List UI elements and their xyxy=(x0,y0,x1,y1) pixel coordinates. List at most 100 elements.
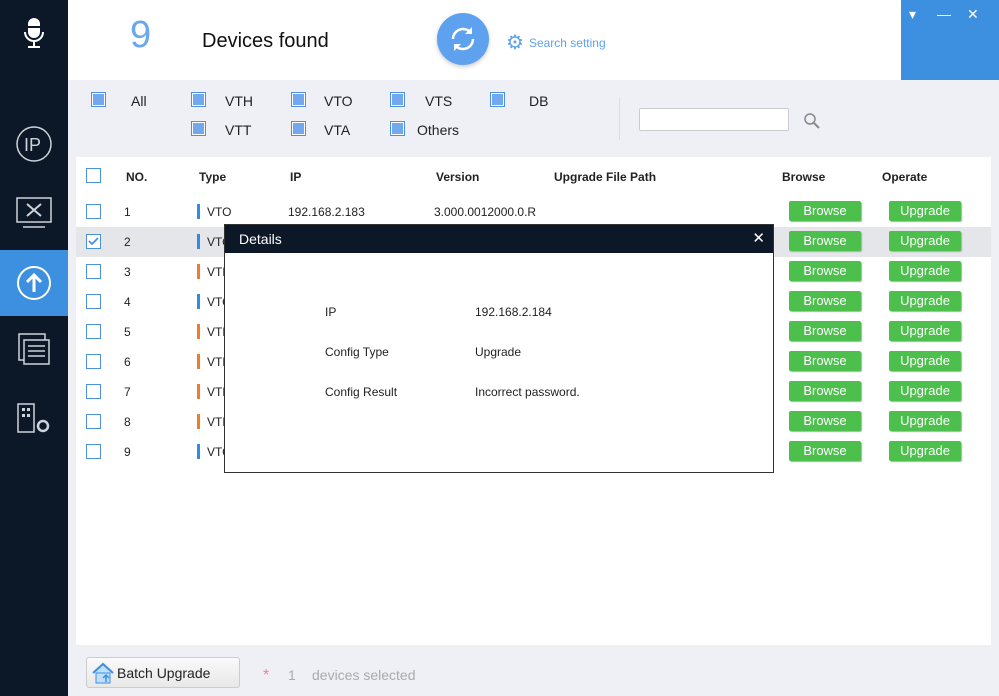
row-no: 6 xyxy=(124,355,131,369)
dialog-close-button[interactable]: ✕ xyxy=(752,229,765,247)
filter-others-checkbox[interactable] xyxy=(390,121,405,136)
upgrade-button[interactable]: Upgrade xyxy=(889,261,961,281)
row-checkbox[interactable] xyxy=(86,414,101,429)
microphone-icon xyxy=(24,18,44,48)
gear-icon: ⚙ xyxy=(506,32,524,54)
browse-button[interactable]: Browse xyxy=(789,411,861,431)
search-setting-label: Search setting xyxy=(528,35,606,50)
search-setting-link[interactable]: ⚙ Search setting xyxy=(506,30,606,55)
row-version: 3.000.0012000.0.R xyxy=(434,205,537,219)
selected-count: 1 xyxy=(288,667,296,683)
filter-others-label: Others xyxy=(417,122,460,138)
table-row[interactable]: 1 VTO 192.168.2.183 3.000.0012000.0.R Br… xyxy=(76,197,991,227)
sidebar-item-device-config[interactable] xyxy=(0,386,68,452)
type-color-bar xyxy=(197,234,200,249)
filter-vts-label: VTS xyxy=(425,93,453,109)
filter-vth-label: VTH xyxy=(225,93,253,109)
column-header-ip: IP xyxy=(290,170,302,184)
upgrade-button[interactable]: Upgrade xyxy=(889,321,961,341)
close-button[interactable]: ✕ xyxy=(967,6,979,23)
row-no: 8 xyxy=(124,415,131,429)
row-no: 5 xyxy=(124,325,131,339)
row-checkbox[interactable] xyxy=(86,264,101,279)
search-icon[interactable] xyxy=(803,112,821,130)
filter-db-label: DB xyxy=(529,93,549,109)
sidebar-item-upgrade[interactable] xyxy=(0,250,68,316)
type-color-bar xyxy=(197,444,200,459)
column-header-type: Type xyxy=(199,170,227,184)
filter-vts-checkbox[interactable] xyxy=(390,92,405,107)
browse-button[interactable]: Browse xyxy=(789,441,861,461)
row-checkbox[interactable] xyxy=(86,354,101,369)
column-header-no: NO. xyxy=(126,170,148,184)
browse-button[interactable]: Browse xyxy=(789,381,861,401)
menu-dropdown-button[interactable]: ▾ xyxy=(909,6,916,23)
config-type-label: Config Type xyxy=(325,345,389,359)
filter-vta-label: VTA xyxy=(324,122,351,138)
upgrade-button[interactable]: Upgrade xyxy=(889,411,961,431)
browse-button[interactable]: Browse xyxy=(789,351,861,371)
row-checkbox[interactable] xyxy=(86,234,101,249)
row-no: 1 xyxy=(124,205,131,219)
upgrade-button[interactable]: Upgrade xyxy=(889,201,961,221)
footer: Batch Upgrade * 1 devices selected xyxy=(68,648,999,696)
upgrade-button[interactable]: Upgrade xyxy=(889,441,961,461)
column-header-version: Version xyxy=(436,170,480,184)
sidebar-item-tools[interactable] xyxy=(0,180,68,246)
column-header-browse: Browse xyxy=(782,170,826,184)
row-checkbox[interactable] xyxy=(86,294,101,309)
browse-button[interactable]: Browse xyxy=(789,231,861,251)
search-input[interactable] xyxy=(639,108,789,131)
upgrade-icon xyxy=(17,266,51,300)
details-dialog: Details ✕ IP 192.168.2.184 Config Type U… xyxy=(224,224,774,473)
device-count: 9 xyxy=(130,14,152,56)
type-color-bar xyxy=(197,414,200,429)
upgrade-button[interactable]: Upgrade xyxy=(889,381,961,401)
devices-found-label: Devices found xyxy=(202,30,329,52)
row-type: VTO xyxy=(207,205,232,219)
column-header-upgrade-file-path: Upgrade File Path xyxy=(554,170,657,184)
row-checkbox[interactable] xyxy=(86,324,101,339)
ip-label: IP xyxy=(325,305,337,319)
browse-button[interactable]: Browse xyxy=(789,261,861,281)
ip-value: 192.168.2.184 xyxy=(475,305,552,319)
type-color-bar xyxy=(197,384,200,399)
row-checkbox[interactable] xyxy=(86,444,101,459)
filter-db-checkbox[interactable] xyxy=(490,92,505,107)
upgrade-button[interactable]: Upgrade xyxy=(889,231,961,251)
device-settings-icon xyxy=(17,403,50,433)
upgrade-button[interactable]: Upgrade xyxy=(889,351,961,371)
row-no: 2 xyxy=(124,235,131,249)
refresh-icon xyxy=(451,27,475,51)
upgrade-button[interactable]: Upgrade xyxy=(889,291,961,311)
refresh-button[interactable] xyxy=(437,13,489,65)
sidebar-item-ip[interactable]: IP xyxy=(0,111,68,177)
config-result-value: Incorrect password. xyxy=(475,385,580,399)
select-all-checkbox[interactable] xyxy=(86,168,101,183)
selected-text: devices selected xyxy=(312,667,416,683)
house-upgrade-icon xyxy=(92,662,114,683)
browse-button[interactable]: Browse xyxy=(789,201,861,221)
filter-vto-checkbox[interactable] xyxy=(291,92,306,107)
sidebar: IP xyxy=(0,0,68,696)
row-no: 9 xyxy=(124,445,131,459)
minimize-button[interactable]: — xyxy=(937,6,951,22)
row-checkbox[interactable] xyxy=(86,384,101,399)
filter-vtt-checkbox[interactable] xyxy=(191,121,206,136)
required-star: * xyxy=(263,667,270,684)
sidebar-item-voice[interactable] xyxy=(0,0,68,66)
config-type-value: Upgrade xyxy=(475,345,522,359)
sidebar-item-list[interactable] xyxy=(0,316,68,382)
filter-all-checkbox[interactable] xyxy=(91,92,106,107)
filter-vth-checkbox[interactable] xyxy=(191,92,206,107)
window-controls: ▾ — ✕ xyxy=(901,0,999,80)
browse-button[interactable]: Browse xyxy=(789,321,861,341)
type-color-bar xyxy=(197,264,200,279)
config-result-label: Config Result xyxy=(325,385,398,399)
row-no: 4 xyxy=(124,295,131,309)
filter-vta-checkbox[interactable] xyxy=(291,121,306,136)
browse-button[interactable]: Browse xyxy=(789,291,861,311)
batch-upgrade-button[interactable]: Batch Upgrade xyxy=(86,657,240,688)
type-color-bar xyxy=(197,324,200,339)
row-checkbox[interactable] xyxy=(86,204,101,219)
